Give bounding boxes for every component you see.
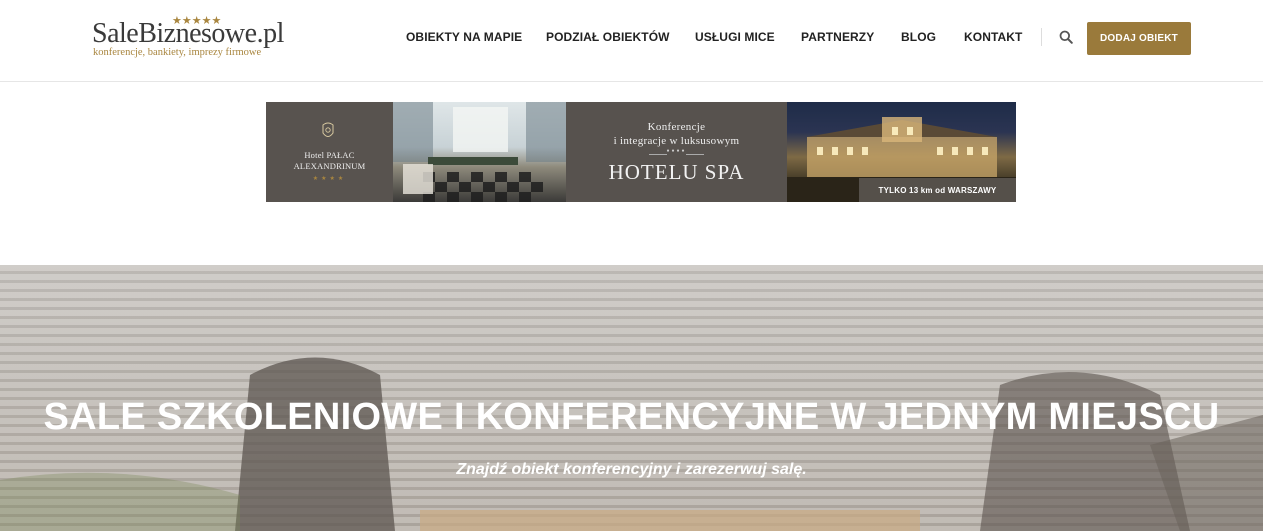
site-logo[interactable]: ★★★★★ SaleBiznesowe.pl konferencje, bank… (92, 14, 307, 62)
logo-domain: .pl (256, 18, 285, 49)
banner-mid-headline: HOTELU SPA (608, 160, 745, 184)
banner-mid-stars: ●●●● (666, 148, 687, 154)
crest-icon (322, 122, 334, 137)
nav-item-mice[interactable]: USŁUGI MICE (695, 30, 775, 44)
banner-hotel-line1: Hotel PAŁAC (304, 150, 355, 160)
ad-banner[interactable]: Hotel PAŁAC ALEXANDRINUM ★★★★ Konferencj… (266, 102, 1016, 202)
banner-hotel-panel: Hotel PAŁAC ALEXANDRINUM ★★★★ (266, 102, 393, 202)
nav-item-partners[interactable]: PARTNERZY (801, 30, 874, 44)
nav-item-blog[interactable]: BLOG (901, 30, 936, 44)
add-venue-button[interactable]: DODAJ OBIEKT (1087, 22, 1191, 55)
banner-mid-line2: i integracje w luksusowym (613, 135, 740, 147)
hero-subtitle: Znajdź obiekt konferencyjny i zarezerwuj… (456, 461, 807, 478)
banner-hotel-stars: ★★★★ (312, 176, 347, 182)
nav-item-categories[interactable]: PODZIAŁ OBIEKTÓW (546, 30, 670, 44)
banner-text-panel: Konferencje i integracje w luksusowym ●●… (566, 102, 787, 202)
logo-wordmark: SaleBiznesowe.pl (92, 18, 284, 50)
banner-divider-right (686, 154, 704, 155)
nav-item-map[interactable]: OBIEKTY NA MAPIE (406, 30, 522, 44)
hero-title: SALE SZKOLENIOWE I KONFERENCYJNE W JEDNY… (43, 396, 1220, 438)
conference-room-image (393, 102, 566, 202)
search-icon[interactable] (1059, 30, 1073, 44)
logo-name: SaleBiznesowe (92, 18, 257, 49)
nav-divider (1041, 28, 1042, 46)
banner-mid-line1: Konferencje (647, 121, 706, 133)
site-header: ★★★★★ SaleBiznesowe.pl konferencje, bank… (0, 0, 1263, 82)
banner-divider-left (649, 154, 667, 155)
banner-distance-tag: TYLKO 13 km od WARSZAWY (859, 178, 1016, 202)
logo-tagline: konferencje, bankiety, imprezy firmowe (93, 47, 262, 58)
nav-item-contact[interactable]: KONTAKT (964, 30, 1022, 44)
banner-hotel-line2: ALEXANDRINUM (293, 161, 366, 171)
hero-section: SALE SZKOLENIOWE I KONFERENCYJNE W JEDNY… (0, 265, 1263, 531)
banner-conference-photo (393, 102, 566, 202)
